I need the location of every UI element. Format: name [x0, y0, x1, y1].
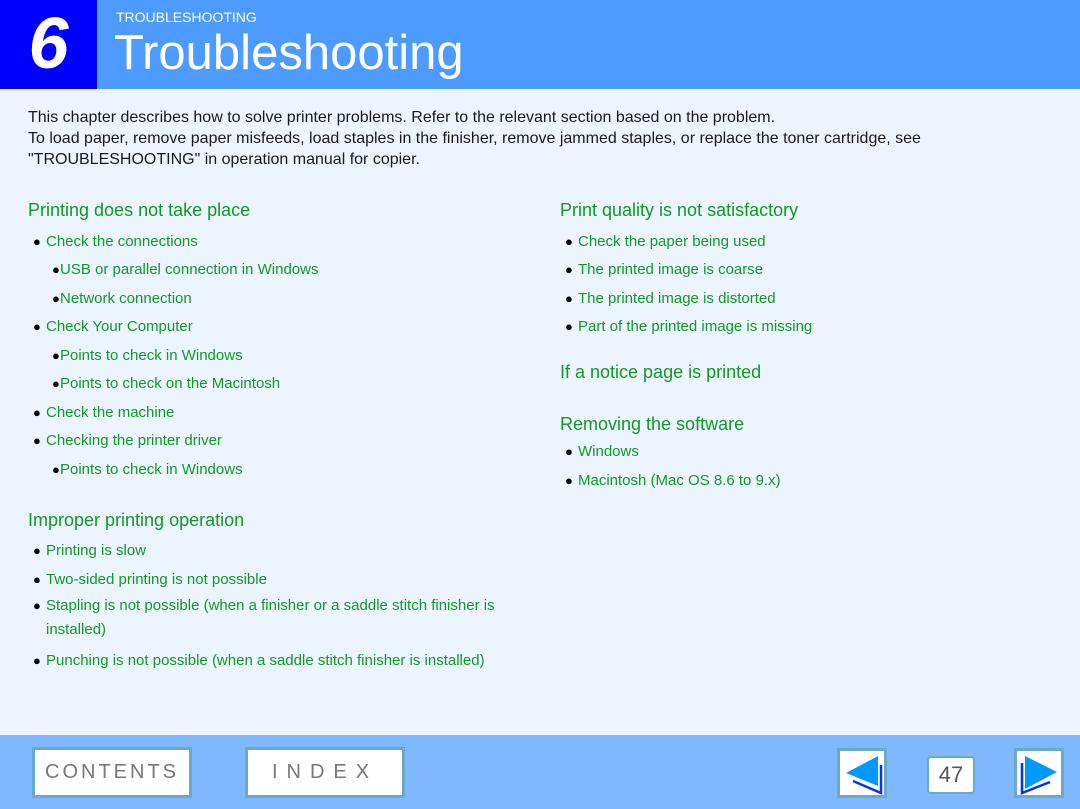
list-item[interactable]: ● Macintosh (Mac OS 8.6 to 9.x): [560, 471, 1060, 490]
list-item[interactable]: ● Points to check on the Macintosh: [28, 374, 538, 393]
list-item[interactable]: ● Points to check in Windows: [28, 346, 538, 365]
link-text[interactable]: Network connection: [60, 290, 192, 307]
right-arrow-icon: [1020, 756, 1057, 795]
bullet-icon: ●: [33, 597, 41, 613]
contents-button[interactable]: CONTENTS: [32, 747, 192, 798]
list-item[interactable]: ● Checking the printer driver: [28, 431, 538, 450]
link-text[interactable]: Windows: [578, 443, 639, 460]
list-item[interactable]: ● Two-sided printing is not possible: [28, 570, 538, 589]
bullet-icon: ●: [33, 571, 41, 587]
bullet-icon: ●: [565, 233, 573, 249]
link-text[interactable]: Printing is slow: [46, 542, 146, 559]
index-button[interactable]: INDEX: [245, 747, 405, 798]
link-text[interactable]: Check the paper being used: [578, 233, 766, 250]
section-title[interactable]: Print quality is not satisfactory: [560, 198, 1060, 222]
bullet-icon: ●: [52, 262, 60, 277]
section-title[interactable]: If a notice page is printed: [560, 360, 1060, 384]
bullet-icon: ●: [33, 233, 41, 249]
link-text[interactable]: Check Your Computer: [46, 318, 193, 335]
next-page-button[interactable]: [1014, 748, 1064, 798]
list-item[interactable]: ● Check Your Computer: [28, 317, 538, 336]
bullet-icon: ●: [33, 543, 41, 558]
bullet-icon: ●: [52, 290, 60, 306]
link-text[interactable]: Stapling is not possible (when a finishe…: [46, 597, 495, 638]
section-label: TROUBLESHOOTING: [116, 9, 257, 25]
chapter-number-badge: 6: [0, 0, 97, 89]
bullet-icon: ●: [33, 653, 41, 668]
bullet-icon: ●: [52, 376, 60, 391]
link-text[interactable]: Two-sided printing is not possible: [46, 571, 267, 588]
intro-text: This chapter describes how to solve prin…: [28, 107, 1058, 170]
list-item[interactable]: ● Points to check in Windows: [28, 460, 538, 479]
section-printing-does-not-take-place: Printing does not take place ● Check the …: [28, 198, 538, 479]
link-text[interactable]: The printed image is coarse: [578, 261, 763, 278]
section-title[interactable]: Removing the software: [560, 412, 1060, 436]
left-column: Printing does not take place ● Check the …: [28, 198, 538, 670]
list-item[interactable]: ● Check the machine: [28, 403, 538, 422]
link-text[interactable]: The printed image is distorted: [578, 290, 776, 307]
section-removing-software: Removing the software ● Windows ● Macintos…: [560, 412, 1060, 490]
section-title[interactable]: Printing does not take place: [28, 198, 538, 222]
section-title[interactable]: Improper printing operation: [28, 508, 538, 532]
page-title: Troubleshooting: [114, 26, 464, 80]
bullet-icon: ●: [33, 433, 41, 448]
list-item[interactable]: ● Network connection: [28, 289, 538, 308]
link-text[interactable]: Check the connections: [46, 233, 198, 250]
link-text[interactable]: Points to check on the Macintosh: [60, 375, 280, 392]
intro-line-1: This chapter describes how to solve prin…: [28, 109, 776, 126]
list-item[interactable]: ● Printing is slow: [28, 541, 538, 560]
list-item[interactable]: ● Windows: [560, 442, 1060, 461]
previous-page-button[interactable]: [837, 748, 887, 798]
bullet-icon: ●: [52, 347, 60, 363]
bullet-icon: ●: [565, 262, 573, 277]
bullet-icon: ●: [33, 319, 41, 334]
list-item[interactable]: ● Check the paper being used: [560, 232, 1060, 251]
intro-line-2: To load paper, remove paper misfeeds, lo…: [28, 130, 921, 168]
link-text[interactable]: Punching is not possible (when a saddle …: [46, 652, 485, 669]
list-item[interactable]: ● Check the connections: [28, 232, 538, 251]
bullet-icon: ●: [33, 404, 41, 420]
bullet-icon: ●: [565, 290, 573, 306]
right-column: Print quality is not satisfactory ● Check…: [560, 198, 1060, 490]
footer-nav-bar: CONTENTS INDEX 47: [0, 735, 1080, 809]
list-item[interactable]: ● The printed image is coarse: [560, 260, 1060, 279]
link-text[interactable]: Check the machine: [46, 404, 174, 421]
list-item[interactable]: ● Part of the printed image is missing: [560, 317, 1060, 336]
link-text[interactable]: Points to check in Windows: [60, 347, 243, 364]
page-header: 6 TROUBLESHOOTING Troubleshooting: [0, 0, 1080, 89]
list-item[interactable]: ● The printed image is distorted: [560, 289, 1060, 308]
link-text[interactable]: Points to check in Windows: [60, 461, 243, 478]
bullet-icon: ●: [565, 319, 573, 334]
section-print-quality: Print quality is not satisfactory ● Check…: [560, 198, 1060, 336]
bullet-icon: ●: [565, 444, 573, 459]
list-item[interactable]: ● Stapling is not possible (when a finish…: [28, 594, 538, 642]
link-text[interactable]: USB or parallel connection in Windows: [60, 261, 318, 278]
left-arrow-icon: [846, 756, 883, 795]
list-item[interactable]: ● USB or parallel connection in Windows: [28, 260, 538, 279]
section-improper-printing-operation: Improper printing operation ● Printing is…: [28, 508, 538, 671]
link-text[interactable]: Checking the printer driver: [46, 432, 222, 449]
section-notice-page: If a notice page is printed: [560, 360, 1060, 384]
page-number: 47: [927, 756, 975, 794]
bullet-icon: ●: [565, 472, 573, 488]
list-item[interactable]: ● Punching is not possible (when a saddle…: [28, 651, 538, 670]
link-text[interactable]: Macintosh (Mac OS 8.6 to 9.x): [578, 472, 781, 489]
bullet-icon: ●: [52, 461, 60, 477]
link-text[interactable]: Part of the printed image is missing: [578, 318, 812, 335]
